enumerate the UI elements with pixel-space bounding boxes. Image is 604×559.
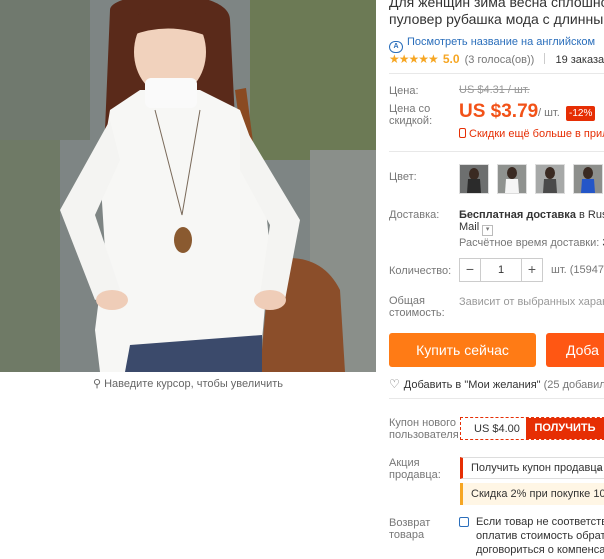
add-to-cart-button[interactable]: Доба xyxy=(546,333,604,367)
app-promo-text: Скидки ещё больше в прил xyxy=(469,128,604,140)
color-swatch-4[interactable] xyxy=(573,164,603,194)
new-user-coupon-label-line-1: Купон нового xyxy=(389,417,457,429)
zoom-hint: ⚲ Наведите курсор, чтобы увеличить xyxy=(0,377,376,390)
quantity-decrease-button[interactable]: − xyxy=(460,259,481,281)
app-promo-link[interactable]: Скидки ещё больше в прил xyxy=(459,128,604,140)
discount-price-label-line-2: скидкой: xyxy=(389,115,433,127)
rating-row: ★★★★★ 5.0 (3 голоса(ов)) 19 заказа xyxy=(389,52,604,66)
current-price: US $3.79 xyxy=(459,101,539,122)
seller-promo-label: Акция продавца: xyxy=(389,457,441,481)
product-title-line-2: пуловер рубашка мода с длинным ру xyxy=(389,11,604,27)
shipping-label: Доставка: xyxy=(389,209,440,221)
delivery-time: Расчётное время доставки: 30 xyxy=(459,237,604,249)
product-title-line-1: Для женщин зима весна сплошной в xyxy=(389,0,604,10)
product-title: Для женщин зима весна сплошной в пуловер… xyxy=(389,0,604,28)
delivery-time-label: Расчётное время доставки: xyxy=(459,237,600,249)
divider xyxy=(389,151,604,152)
quantity-label: Количество: xyxy=(389,265,452,277)
zoom-hint-text: Наведите курсор, чтобы увеличить xyxy=(104,378,283,390)
total-cost-label: Общая стоимость: xyxy=(389,295,445,319)
add-to-wishlist-link[interactable]: ♡Добавить в "Мои желания" (25 добавили) xyxy=(389,377,604,391)
price-unit: / шт. xyxy=(538,107,560,119)
discount-price-label-line-1: Цена со xyxy=(389,103,431,115)
returns-label-line-2: товара xyxy=(389,529,425,541)
wishlist-count: (25 добавили) xyxy=(543,379,604,391)
price-label: Цена: xyxy=(389,85,419,97)
color-label: Цвет: xyxy=(389,171,417,183)
returns-icon xyxy=(459,517,469,527)
shipping-method: Mail xyxy=(459,221,480,233)
quantity-stepper: − 1 + xyxy=(459,258,543,282)
returns-line-1: Если товар не соответствует xyxy=(476,516,604,528)
shipping-option: Бесплатная доставка в Russi xyxy=(459,209,604,221)
rating-divider xyxy=(544,53,546,64)
free-shipping-text: Бесплатная доставка xyxy=(459,209,576,221)
new-user-coupon-label: Купон нового пользователя xyxy=(389,417,459,441)
seller-coupon-select-text: Получить купон продавца xyxy=(471,462,603,474)
old-price: US $4.31 / шт. xyxy=(459,84,530,96)
heart-plus-icon: ♡ xyxy=(389,377,400,391)
chevron-down-icon: ⌄ xyxy=(594,462,603,473)
divider xyxy=(389,398,604,399)
shipping-destination: в Russi xyxy=(579,209,604,221)
translate-title-link[interactable]: A Посмотреть название на английском xyxy=(389,36,595,53)
quantity-input[interactable]: 1 xyxy=(481,259,521,281)
returns-line-2: оплатив стоимость обратн xyxy=(476,530,604,542)
rating-stars-icon: ★★★★★ xyxy=(389,52,439,66)
chevron-down-icon: ▾ xyxy=(482,225,494,236)
phone-icon xyxy=(459,128,466,138)
translate-link-text: Посмотреть название на английском xyxy=(407,36,596,48)
discount-badge: -12% xyxy=(566,106,596,121)
returns-label: Возврат товара xyxy=(389,517,430,541)
coupon-value: US $4.00 xyxy=(474,423,520,435)
orders-count: 19 заказа xyxy=(555,54,604,66)
magnifier-icon: ⚲ xyxy=(93,378,102,390)
product-photo-illustration xyxy=(0,0,376,372)
buy-now-button[interactable]: Купить сейчас xyxy=(389,333,536,367)
wishlist-text: Добавить в "Мои желания" xyxy=(403,379,541,391)
total-cost-hint: Зависит от выбранных характе xyxy=(459,296,604,308)
returns-label-line-1: Возврат xyxy=(389,517,431,529)
color-swatch-3[interactable] xyxy=(535,164,565,194)
stock-count: шт. (15947 ш xyxy=(551,264,604,276)
rating-votes-link[interactable]: (3 голоса(ов)) xyxy=(465,54,535,66)
color-swatch-1[interactable] xyxy=(459,164,489,194)
product-main-image[interactable] xyxy=(0,0,376,372)
color-swatch-2[interactable] xyxy=(497,164,527,194)
quantity-increase-button[interactable]: + xyxy=(521,259,542,281)
total-cost-label-line-1: Общая xyxy=(389,295,425,307)
new-user-coupon-label-line-2: пользователя xyxy=(389,429,459,441)
shipping-method-select[interactable]: Mail ▾ xyxy=(459,221,494,236)
divider xyxy=(389,73,604,74)
returns-line-3: договориться о компенсац xyxy=(476,544,604,556)
rating-score: 5.0 xyxy=(442,52,460,66)
total-cost-label-line-2: стоимость: xyxy=(389,307,445,319)
discount-price-label: Цена со скидкой: xyxy=(389,103,432,127)
get-coupon-button[interactable]: ПОЛУЧИТЬ xyxy=(526,418,604,439)
returns-policy-text: Если товар не соответствует оплатив стои… xyxy=(476,515,604,557)
bulk-discount-promo: Скидка 2% при покупке 10 ш xyxy=(460,483,604,505)
seller-coupon-select[interactable]: Получить купон продавца ⌄ xyxy=(460,457,604,479)
seller-promo-label-line-2: продавца: xyxy=(389,469,441,481)
seller-promo-label-line-1: Акция xyxy=(389,457,420,469)
